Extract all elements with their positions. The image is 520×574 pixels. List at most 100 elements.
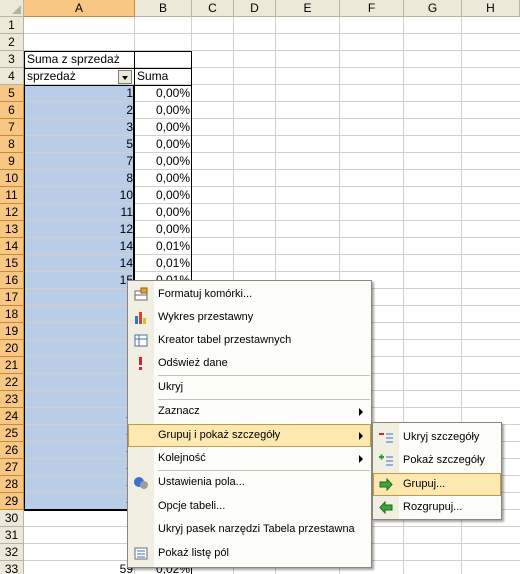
- value-cell[interactable]: 59: [25, 561, 135, 574]
- context-menu[interactable]: Formatuj komórki... Wykres przestawny Krea…: [127, 280, 372, 568]
- percent-cell[interactable]: 0,01%: [135, 255, 192, 272]
- menu-item-kolejność[interactable]: Kolejność: [128, 447, 371, 470]
- row-header[interactable]: 1: [0, 17, 24, 34]
- value-cell[interactable]: 3: [25, 374, 135, 391]
- row-header[interactable]: 16: [0, 272, 24, 289]
- menu-item-odśwież-dane[interactable]: Odśwież dane: [128, 352, 371, 375]
- value-cell[interactable]: 10: [25, 187, 135, 204]
- value-cell[interactable]: 5: [25, 510, 135, 527]
- value-cell[interactable]: 15: [25, 272, 135, 289]
- percent-cell[interactable]: 0,00%: [135, 102, 192, 119]
- value-cell[interactable]: 14: [25, 255, 135, 272]
- row-header[interactable]: 11: [0, 187, 24, 204]
- pivot-title-cell[interactable]: Suma z sprzedaż: [25, 51, 135, 68]
- menu-item-ukryj[interactable]: Ukryj: [128, 376, 371, 399]
- value-cell[interactable]: 5: [25, 527, 135, 544]
- row-header[interactable]: 18: [0, 306, 24, 323]
- column-header-e[interactable]: E: [276, 0, 340, 17]
- row-header[interactable]: 32: [0, 544, 24, 561]
- value-cell[interactable]: 7: [25, 153, 135, 170]
- column-header-h[interactable]: H: [462, 0, 520, 17]
- row-header[interactable]: 13: [0, 221, 24, 238]
- value-cell[interactable]: 2: [25, 306, 135, 323]
- column-header-f[interactable]: F: [340, 0, 404, 17]
- value-cell[interactable]: 11: [25, 204, 135, 221]
- menu-item-kreator-tabel-przestawnych[interactable]: Kreator tabel przestawnych: [128, 329, 371, 352]
- percent-cell[interactable]: 0,00%: [135, 187, 192, 204]
- percent-cell[interactable]: 0,00%: [135, 119, 192, 136]
- row-header[interactable]: 21: [0, 357, 24, 374]
- menu-item-ustawienia-pola[interactable]: Ustawienia pola...: [128, 471, 371, 494]
- percent-cell[interactable]: 0,00%: [135, 170, 192, 187]
- row-header[interactable]: 14: [0, 238, 24, 255]
- value-cell[interactable]: 3: [25, 391, 135, 408]
- row-header[interactable]: 20: [0, 340, 24, 357]
- value-cell[interactable]: 8: [25, 170, 135, 187]
- row-header[interactable]: 33: [0, 561, 24, 574]
- row-header[interactable]: 6: [0, 102, 24, 119]
- select-all-corner[interactable]: [0, 0, 24, 17]
- value-cell[interactable]: 1: [25, 289, 135, 306]
- row-header[interactable]: 27: [0, 459, 24, 476]
- row-header[interactable]: 7: [0, 119, 24, 136]
- column-header-a[interactable]: A: [24, 0, 135, 17]
- row-header[interactable]: 28: [0, 476, 24, 493]
- value-cell[interactable]: 5: [25, 136, 135, 153]
- row-header[interactable]: 31: [0, 527, 24, 544]
- row-header[interactable]: 26: [0, 442, 24, 459]
- row-header[interactable]: 24: [0, 408, 24, 425]
- menu-item-wykres-przestawny[interactable]: Wykres przestawny: [128, 306, 371, 329]
- row-header[interactable]: 25: [0, 425, 24, 442]
- row-header[interactable]: 3: [0, 51, 24, 68]
- row-header[interactable]: 10: [0, 170, 24, 187]
- value-cell[interactable]: 3: [25, 357, 135, 374]
- value-cell[interactable]: 3: [25, 119, 135, 136]
- row-header[interactable]: 23: [0, 391, 24, 408]
- column-header-g[interactable]: G: [404, 0, 462, 17]
- value-cell[interactable]: 2: [25, 323, 135, 340]
- menu-item-pokaż-listę-pól[interactable]: Pokaż listę pól: [128, 542, 371, 565]
- row-header[interactable]: 5: [0, 85, 24, 102]
- percent-cell[interactable]: 0,01%: [135, 238, 192, 255]
- value-cell[interactable]: 4: [25, 442, 135, 459]
- menu-item-pokaż-szczegóły[interactable]: Pokaż szczegóły: [373, 449, 501, 472]
- row-field-cell[interactable]: sprzedaż: [25, 68, 117, 85]
- value-cell[interactable]: 2: [25, 340, 135, 357]
- menu-item-grupuj-i-pokaż-szczegóły[interactable]: Grupuj i pokaż szczegóły: [128, 424, 371, 447]
- value-cell[interactable]: 1: [25, 85, 135, 102]
- column-header-d[interactable]: D: [234, 0, 276, 17]
- value-cell[interactable]: 2: [25, 102, 135, 119]
- value-cell[interactable]: 4: [25, 408, 135, 425]
- menu-item-grupuj[interactable]: Grupuj...: [373, 473, 501, 496]
- menu-item-formatuj-komórki[interactable]: Formatuj komórki...: [128, 283, 371, 306]
- column-header-c[interactable]: C: [192, 0, 234, 17]
- row-header[interactable]: 29: [0, 493, 24, 510]
- percent-cell[interactable]: 0,00%: [135, 85, 192, 102]
- value-cell[interactable]: 4: [25, 425, 135, 442]
- row-header[interactable]: 19: [0, 323, 24, 340]
- menu-item-zaznacz[interactable]: Zaznacz: [128, 400, 371, 423]
- row-header[interactable]: 22: [0, 374, 24, 391]
- value-cell[interactable]: 4: [25, 493, 135, 510]
- percent-cell[interactable]: 0,00%: [135, 136, 192, 153]
- percent-cell[interactable]: 0,00%: [135, 153, 192, 170]
- value-cell[interactable]: 4: [25, 459, 135, 476]
- value-cell[interactable]: 4: [25, 476, 135, 493]
- row-header[interactable]: 9: [0, 153, 24, 170]
- col-header-cell[interactable]: Suma: [135, 68, 192, 85]
- menu-item-opcje-tabeli[interactable]: Opcje tabeli...: [128, 495, 371, 518]
- field-dropdown-button[interactable]: [118, 70, 132, 84]
- row-header[interactable]: 4: [0, 68, 24, 85]
- row-header[interactable]: 15: [0, 255, 24, 272]
- value-cell[interactable]: 12: [25, 221, 135, 238]
- menu-item-ukryj-szczegóły[interactable]: Ukryj szczegóły: [373, 426, 501, 449]
- percent-cell[interactable]: 0,00%: [135, 204, 192, 221]
- value-cell[interactable]: 14: [25, 238, 135, 255]
- group-submenu[interactable]: Ukryj szczegóły Pokaż szczegóły Grupuj... R…: [372, 422, 502, 520]
- column-header-b[interactable]: B: [135, 0, 192, 17]
- row-header[interactable]: 8: [0, 136, 24, 153]
- menu-item-ukryj-pasek-narzędzi-tabela-przestawna[interactable]: Ukryj pasek narzędzi Tabela przestawna: [128, 518, 371, 541]
- row-header[interactable]: 30: [0, 510, 24, 527]
- value-cell[interactable]: 5: [25, 544, 135, 561]
- row-header[interactable]: 2: [0, 34, 24, 51]
